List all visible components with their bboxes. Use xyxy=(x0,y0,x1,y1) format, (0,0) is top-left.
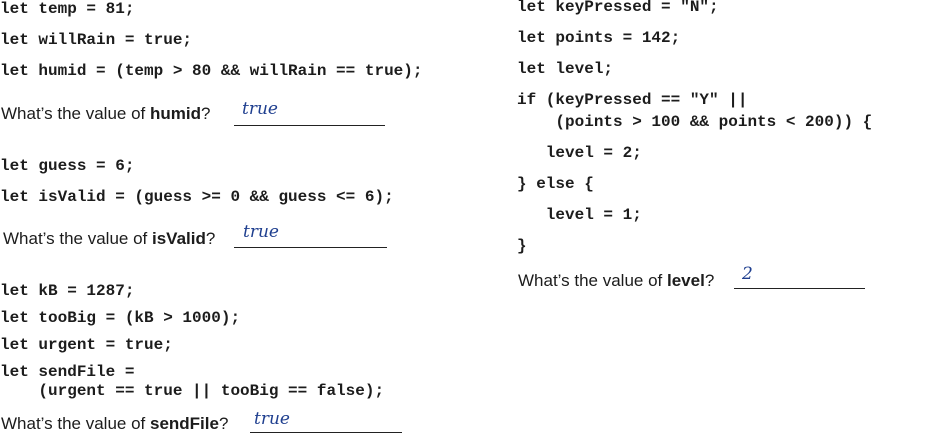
question-variable: sendFile xyxy=(150,414,219,433)
code-line: } xyxy=(517,237,527,255)
code-line: level = 2; xyxy=(517,144,642,162)
question-prefix: What’s the value of xyxy=(3,229,152,248)
answer-blank xyxy=(234,247,387,248)
code-line: let points = 142; xyxy=(517,29,681,47)
question-prefix: What’s the value of xyxy=(518,271,667,290)
answer-blank xyxy=(250,432,402,433)
handwritten-answer-level: 2 xyxy=(742,264,753,284)
code-line: let level; xyxy=(517,60,614,78)
code-line: (points > 100 && points < 200)) { xyxy=(517,113,873,131)
question-suffix: ? xyxy=(201,104,211,123)
question-prefix: What’s the value of xyxy=(1,104,150,123)
code-line: let temp = 81; xyxy=(0,0,135,18)
question-suffix: ? xyxy=(704,271,715,290)
question-sendfile: What’s the value of sendFile? xyxy=(1,414,228,434)
code-line: } else { xyxy=(517,175,594,193)
question-level: What’s the value of level? xyxy=(518,271,714,291)
code-line: let isValid = (guess >= 0 && guess <= 6)… xyxy=(0,188,394,206)
question-variable: level xyxy=(667,271,705,290)
code-line: (urgent == true || tooBig == false); xyxy=(0,382,385,400)
code-line: let guess = 6; xyxy=(0,157,135,175)
code-line: if (keyPressed == "Y" || xyxy=(517,91,748,109)
question-prefix: What’s the value of xyxy=(1,414,150,433)
code-line: let urgent = true; xyxy=(0,336,173,354)
question-suffix: ? xyxy=(218,414,229,433)
answer-blank xyxy=(734,288,865,289)
question-humid: What’s the value of humid? xyxy=(1,104,210,124)
exercise-page: { "left": { "block1": { "lines": ["let t… xyxy=(0,0,925,435)
handwritten-answer-isvalid: true xyxy=(243,222,279,242)
code-line: let humid = (temp > 80 && willRain == tr… xyxy=(0,62,423,80)
code-line: let kB = 1287; xyxy=(0,282,135,300)
code-line: let tooBig = (kB > 1000); xyxy=(0,309,241,327)
code-line: let willRain = true; xyxy=(0,31,193,49)
answer-blank xyxy=(234,125,385,126)
question-variable: isValid xyxy=(152,229,206,248)
question-suffix: ? xyxy=(205,229,216,248)
code-line: let sendFile = xyxy=(0,363,135,381)
question-variable: humid xyxy=(150,104,201,123)
code-line: level = 1; xyxy=(517,206,642,224)
question-isvalid: What’s the value of isValid? xyxy=(3,229,215,249)
handwritten-answer-sendfile: true xyxy=(254,409,290,429)
handwritten-answer-humid: true xyxy=(242,99,278,119)
code-line: let keyPressed = "N"; xyxy=(517,0,719,16)
